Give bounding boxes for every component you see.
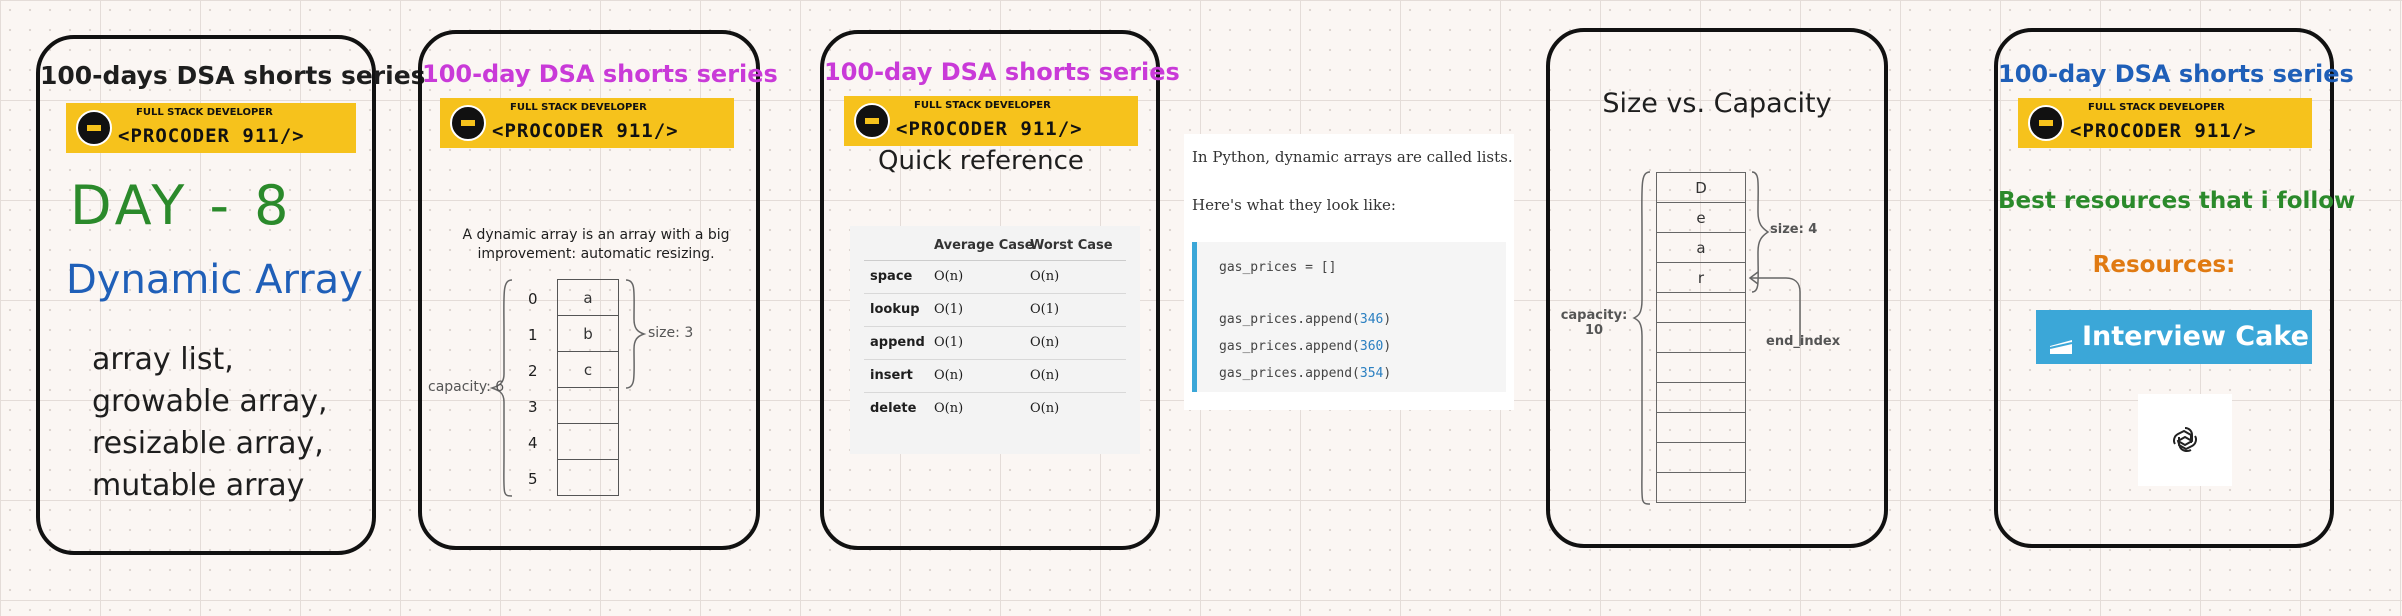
chatgpt-link[interactable] <box>2138 394 2232 486</box>
row-label: lookup <box>870 302 920 317</box>
card-title: 100-day DSA shorts series <box>1998 60 2354 88</box>
cake-icon <box>2048 323 2074 354</box>
capacity-value: 10 <box>1584 323 1604 338</box>
row-worst: O(n) <box>1030 269 1060 284</box>
complexity-table: Average Case Worst Case space O(n) O(n) … <box>850 226 1140 454</box>
table-row: insert O(n) O(n) <box>864 359 1126 393</box>
alias-item: array list, <box>92 342 234 377</box>
topic-title: Dynamic Array <box>66 257 363 303</box>
table-row: space O(n) O(n) <box>864 260 1126 294</box>
card-dynamic-array: 100-day DSA shorts series FULL STACK DEV… <box>418 30 778 550</box>
array-braces <box>489 279 647 497</box>
row-label: space <box>870 269 913 284</box>
table-row: delete O(n) O(n) <box>864 392 1126 425</box>
quick-reference-heading: Quick reference <box>878 146 1084 176</box>
capacity-label: capacity: 6 <box>428 379 505 395</box>
banner-text: <PROCODER 911/> <box>896 118 1083 140</box>
openai-icon <box>2169 424 2201 456</box>
row-label: insert <box>870 368 913 383</box>
capacity-label-text: capacity: <box>1560 308 1628 323</box>
code-line: gas_prices.append(354) <box>1219 366 1392 381</box>
banner-text: <PROCODER 911/> <box>118 125 305 147</box>
alias-item: mutable array <box>92 468 305 503</box>
capacity-label: capacity: 10 <box>1558 308 1630 338</box>
code-line: gas_prices.append(360) <box>1219 339 1392 354</box>
row-worst: O(n) <box>1030 401 1060 416</box>
table-header: Worst Case <box>1030 238 1113 253</box>
table-row: lookup O(1) O(1) <box>864 293 1126 327</box>
interview-cake-link[interactable]: Interview Cake <box>2036 310 2312 364</box>
alias-item: resizable array, <box>92 426 324 461</box>
card-title: 100-days DSA shorts series <box>40 61 426 90</box>
row-label: delete <box>870 401 917 416</box>
procoder-logo-icon <box>76 110 112 146</box>
code-block: gas_prices = [] gas_prices.append(346) g… <box>1192 242 1506 392</box>
table-header: Average Case <box>934 238 1034 253</box>
banner-top-text: FULL STACK DEVELOPER <box>136 107 273 118</box>
row-average: O(n) <box>934 368 964 383</box>
procoder-logo-icon <box>854 103 890 139</box>
resources-heading: Best resources that i follow <box>1998 188 2356 214</box>
banner-top-text: FULL STACK DEVELOPER <box>914 100 1051 111</box>
alias-item: growable array, <box>92 384 328 419</box>
size-label: size: 4 <box>1770 222 1818 237</box>
row-average: O(n) <box>934 269 964 284</box>
python-lead: Here's what they look like: <box>1192 196 1396 214</box>
capacity-braces <box>1632 171 1801 505</box>
procoder-banner: FULL STACK DEVELOPER <PROCODER 911/> <box>844 96 1138 146</box>
resources-label: Resources: <box>2092 252 2236 278</box>
size-label: size: 3 <box>648 325 694 341</box>
row-average: O(1) <box>934 302 964 317</box>
code-line: gas_prices = [] <box>1219 260 1337 275</box>
row-average: O(n) <box>934 401 964 416</box>
procoder-logo-icon <box>2028 105 2064 141</box>
python-intro: In Python, dynamic arrays are called lis… <box>1192 148 1513 166</box>
table-row: append O(1) O(n) <box>864 326 1126 360</box>
row-worst: O(n) <box>1030 368 1060 383</box>
banner-text: <PROCODER 911/> <box>2070 120 2257 142</box>
row-label: append <box>870 335 925 350</box>
card-quick-reference: 100-day DSA shorts series FULL STACK DEV… <box>820 30 1180 550</box>
aliases-list: array list, growable array, resizable ar… <box>92 339 328 507</box>
row-worst: O(n) <box>1030 335 1060 350</box>
capacity-diagram: D e a r size: 4 capacity: 10 end_index <box>1550 32 1884 544</box>
row-average: O(1) <box>934 335 964 350</box>
procoder-banner: FULL STACK DEVELOPER <PROCODER 911/> <box>66 103 356 153</box>
card-size-vs-capacity: Size vs. Capacity D e a r size: 4 capaci… <box>1546 28 1888 548</box>
card-title: 100-day DSA shorts series <box>824 58 1180 86</box>
row-worst: O(1) <box>1030 302 1060 317</box>
card-resources: 100-day DSA shorts series FULL STACK DEV… <box>1994 28 2356 548</box>
python-lists-panel: In Python, dynamic arrays are called lis… <box>1184 134 1514 410</box>
code-line: gas_prices.append(346) <box>1219 312 1392 327</box>
banner-top-text: FULL STACK DEVELOPER <box>2088 102 2225 113</box>
day-label: DAY - 8 <box>70 174 293 237</box>
procoder-banner: FULL STACK DEVELOPER <PROCODER 911/> <box>2018 98 2312 148</box>
card-day-intro: 100-days DSA shorts series FULL STACK DE… <box>36 35 426 555</box>
array-diagram: 0 1 2 3 4 5 a b c size: 3 capacity: 6 <box>422 34 756 546</box>
end-index-label: end_index <box>1766 334 1841 349</box>
interview-cake-label: Interview Cake <box>2082 321 2309 352</box>
